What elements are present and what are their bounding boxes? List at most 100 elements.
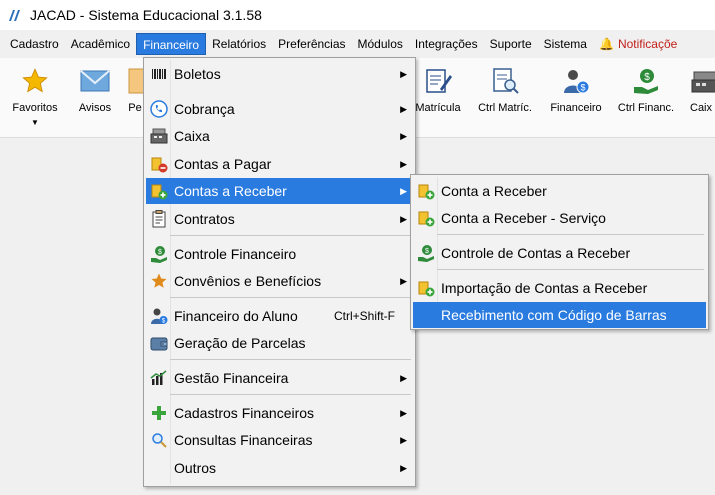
- menu-item-label: Geração de Parcelas: [174, 335, 306, 351]
- money-hand-icon: $: [148, 245, 170, 263]
- form-pen-icon: [423, 66, 453, 96]
- menu-item-convenios-e-beneficios[interactable]: Convênios e Benefícios ▶: [146, 268, 413, 294]
- document-icon: [125, 66, 145, 96]
- menu-item-contas-a-pagar[interactable]: Contas a Pagar ▶: [146, 151, 413, 177]
- menu-item-label: Cobrança: [174, 101, 235, 117]
- wallet-icon: [148, 334, 170, 352]
- menu-item-outros[interactable]: Outros ▶: [146, 455, 413, 481]
- financeiro-button[interactable]: $ Financeiro: [546, 66, 606, 114]
- ctrl-financ-label: Ctrl Financ.: [617, 102, 675, 114]
- menu-item-cobranca[interactable]: Cobrança ▶: [146, 96, 413, 122]
- menu-item-label: Contas a Pagar: [174, 156, 272, 172]
- chart-icon: [148, 369, 170, 387]
- menu-separator: [170, 359, 411, 360]
- money-hand-icon: $: [415, 244, 437, 262]
- contract-icon: [148, 210, 170, 228]
- submenu-item-label: Recebimento com Código de Barras: [441, 307, 667, 323]
- menu-item-label: Gestão Financeira: [174, 370, 289, 386]
- menu-item-label: Convênios e Benefícios: [174, 273, 322, 289]
- menu-item-contas-a-receber[interactable]: Contas a Receber ▶: [146, 178, 413, 204]
- menu-item-contratos[interactable]: Contratos ▶: [146, 206, 413, 232]
- coins-minus-icon: [148, 155, 170, 173]
- svg-text:$: $: [425, 248, 429, 255]
- menu-notificacoes[interactable]: 🔔 Notificaçõe: [593, 33, 683, 55]
- menu-integracoes[interactable]: Integrações: [409, 33, 484, 55]
- barcode-icon: [148, 65, 170, 83]
- ctrl-matric-button[interactable]: Ctrl Matríc.: [474, 66, 536, 114]
- favoritos-label: Favoritos: [12, 102, 58, 114]
- menu-icon-blank: [148, 459, 170, 477]
- notificacoes-label: Notificaçõe: [617, 37, 678, 51]
- submenu-item-conta-a-receber[interactable]: Conta a Receber: [413, 178, 706, 204]
- menu-preferencias[interactable]: Preferências: [272, 33, 351, 55]
- submenu-item-importacao-de-contas-a-receber[interactable]: Importação de Contas a Receber: [413, 275, 706, 301]
- ctrl-financ-button[interactable]: $ Ctrl Financ.: [614, 66, 678, 114]
- menu-item-financeiro-do-aluno[interactable]: $ Financeiro do Aluno Ctrl+Shift-F: [146, 303, 413, 329]
- plus-icon: [148, 404, 170, 422]
- coins-plus-icon: [415, 279, 437, 297]
- star-icon: [148, 272, 170, 290]
- menu-item-caixa[interactable]: Caixa ▶: [146, 123, 413, 149]
- menu-item-geracao-de-parcelas[interactable]: Geração de Parcelas: [146, 330, 413, 356]
- matricula-button[interactable]: Matrícula: [410, 66, 466, 114]
- chevron-right-icon: ▶: [400, 275, 407, 286]
- favoritos-button[interactable]: Favoritos ▼: [8, 66, 62, 127]
- submenu-item-recebimento-com-codigo-de-barras[interactable]: Recebimento com Código de Barras: [413, 302, 706, 328]
- student-money-icon: $: [561, 66, 591, 96]
- menu-academico[interactable]: Acadêmico: [65, 33, 136, 55]
- menu-modulos[interactable]: Módulos: [352, 33, 409, 55]
- menu-item-label: Caixa: [174, 128, 210, 144]
- menu-bar: Cadastro Acadêmico Financeiro Relatórios…: [0, 32, 715, 56]
- star-icon: [20, 66, 50, 96]
- menu-separator: [170, 297, 411, 298]
- contas-a-receber-submenu: Conta a Receber Conta a Receber - Serviç…: [410, 174, 709, 330]
- menu-separator: [170, 394, 411, 395]
- menu-item-label: Outros: [174, 460, 217, 476]
- menu-cadastro[interactable]: Cadastro: [4, 33, 65, 55]
- caixa-label: Caix: [690, 102, 713, 114]
- submenu-item-label: Importação de Contas a Receber: [441, 280, 648, 296]
- cash-register-icon: [148, 127, 170, 145]
- svg-text:$: $: [580, 83, 585, 93]
- submenu-item-conta-a-receber-servico[interactable]: Conta a Receber - Serviço: [413, 205, 706, 231]
- submenu-item-label: Controle de Contas a Receber: [441, 245, 631, 261]
- chevron-right-icon: ▶: [400, 158, 407, 169]
- menu-item-label: Consultas Financeiras: [174, 432, 313, 448]
- menu-sistema[interactable]: Sistema: [538, 33, 593, 55]
- chevron-down-icon: ▼: [31, 118, 39, 127]
- submenu-item-label: Conta a Receber: [441, 183, 547, 199]
- coins-plus-icon: [415, 209, 437, 227]
- menu-item-boletos[interactable]: Boletos ▶: [146, 61, 413, 87]
- student-money-icon: $: [148, 307, 170, 325]
- menu-financeiro[interactable]: Financeiro: [136, 33, 207, 55]
- chevron-right-icon: ▶: [400, 213, 407, 224]
- menu-item-gestao-financeira[interactable]: Gestão Financeira ▶: [146, 365, 413, 391]
- menu-separator: [437, 234, 704, 235]
- menu-item-label: Boletos: [174, 66, 221, 82]
- menu-suporte[interactable]: Suporte: [484, 33, 538, 55]
- cash-register-icon: [690, 66, 715, 96]
- menu-item-cadastros-financeiros[interactable]: Cadastros Financeiros ▶: [146, 400, 413, 426]
- svg-text:$: $: [158, 249, 162, 256]
- phone-icon: [148, 100, 170, 118]
- chevron-right-icon: ▶: [400, 68, 407, 79]
- coins-plus-icon: [148, 182, 170, 200]
- ctrl-matric-label: Ctrl Matríc.: [478, 102, 532, 114]
- chevron-right-icon: ▶: [400, 130, 407, 141]
- chevron-right-icon: ▶: [400, 434, 407, 445]
- submenu-item-controle-de-contas-a-receber[interactable]: $ Controle de Contas a Receber: [413, 240, 706, 266]
- caixa-button[interactable]: Caix: [686, 66, 715, 114]
- menu-item-consultas-financeiras[interactable]: Consultas Financeiras ▶: [146, 427, 413, 453]
- avisos-button[interactable]: Avisos: [74, 66, 116, 114]
- menu-item-label: Contratos: [174, 211, 235, 227]
- menu-separator: [170, 235, 411, 236]
- menu-item-controle-financeiro[interactable]: $ Controle Financeiro: [146, 241, 413, 267]
- menu-icon-blank: [415, 306, 437, 324]
- shortcut-text: Ctrl+Shift-F: [333, 309, 395, 323]
- svg-text:$: $: [644, 72, 650, 83]
- envelope-icon: [80, 66, 110, 96]
- document-search-icon: [490, 66, 520, 96]
- title-bar: JACAD - Sistema Educacional 3.1.58: [0, 0, 715, 30]
- bell-icon: 🔔: [598, 37, 614, 51]
- menu-relatorios[interactable]: Relatórios: [206, 33, 272, 55]
